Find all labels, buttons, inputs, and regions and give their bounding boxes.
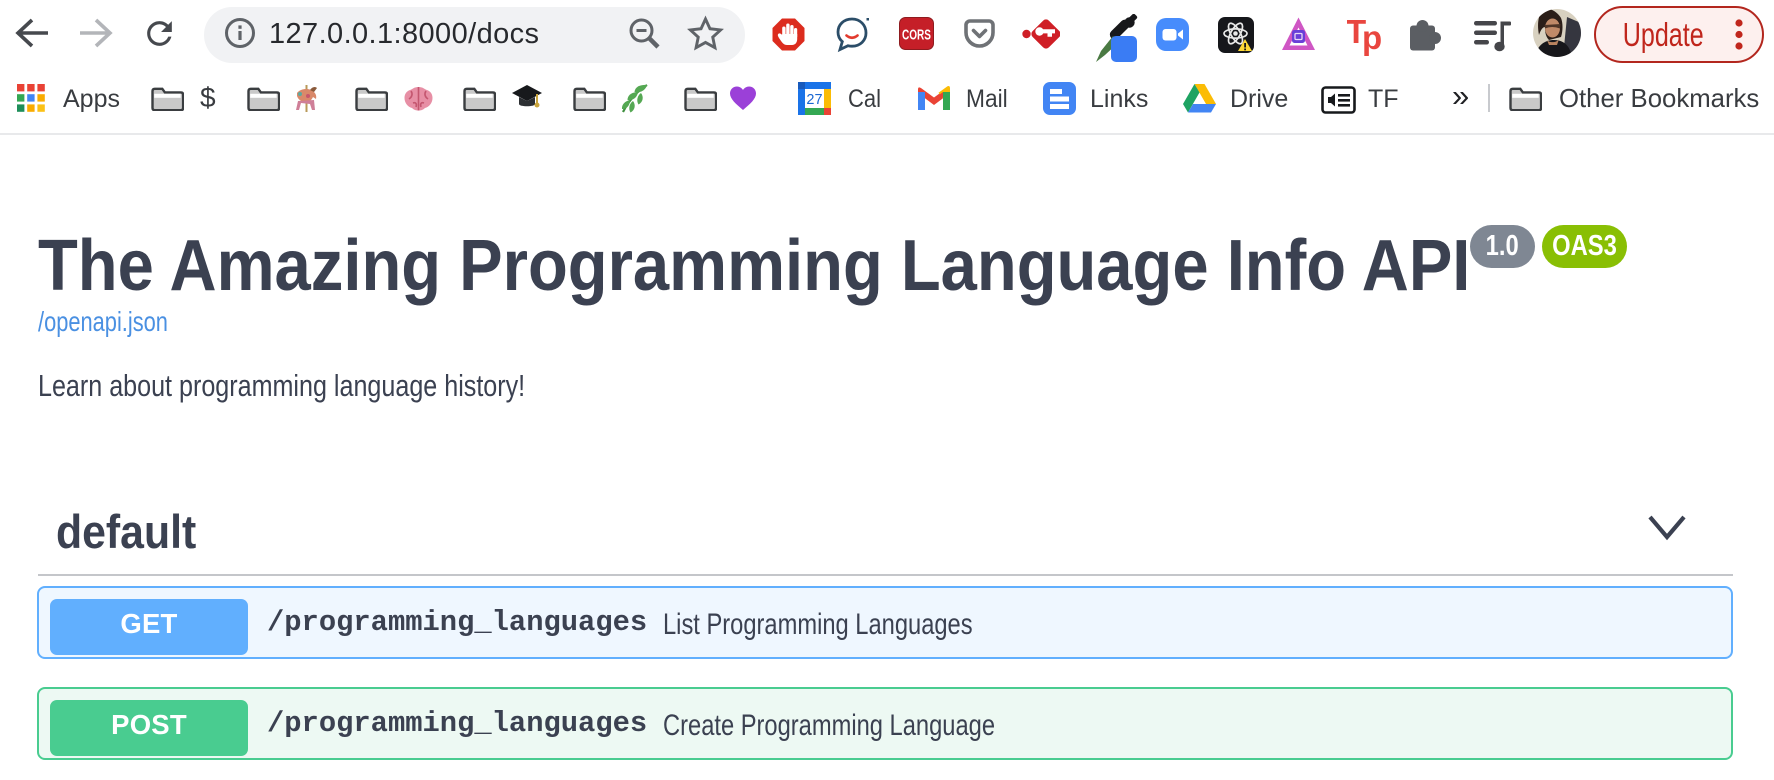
- svg-text:CORS: CORS: [902, 28, 931, 44]
- svg-text:p: p: [1362, 19, 1382, 56]
- svg-text:27: 27: [806, 92, 822, 108]
